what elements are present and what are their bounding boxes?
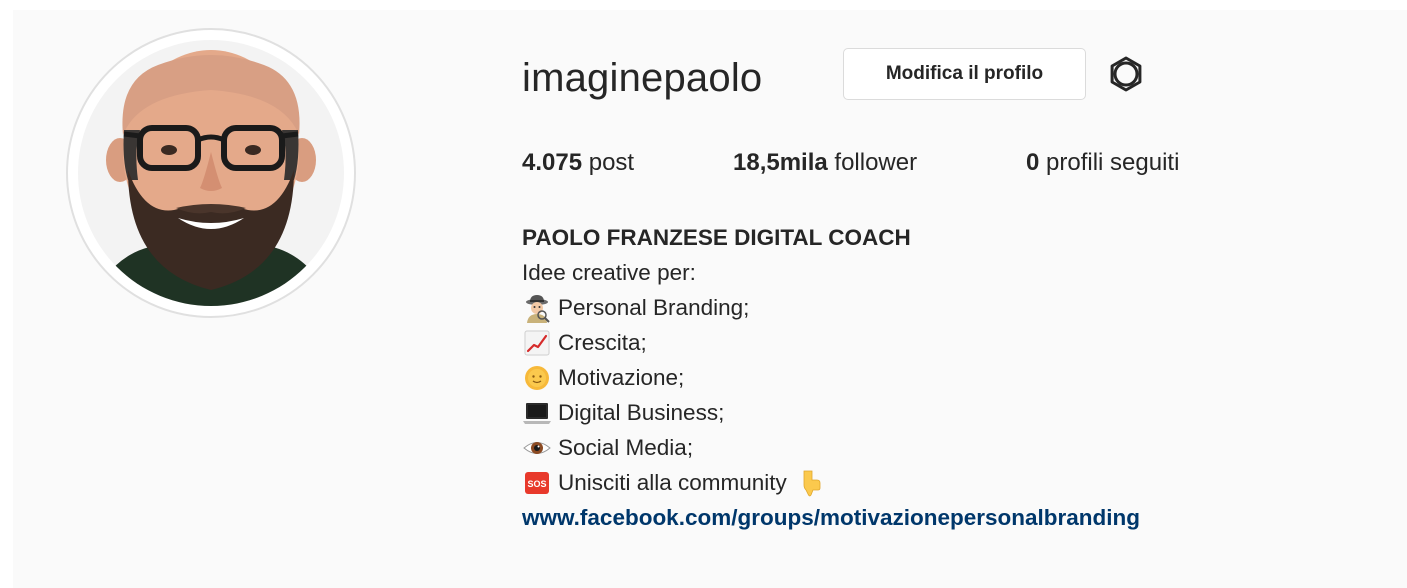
chart-increasing-emoji-icon <box>522 328 552 358</box>
bio-intro: Idee creative per: <box>522 260 696 285</box>
eye-emoji-icon <box>522 433 552 463</box>
following-link[interactable]: 0 profili seguiti <box>1026 146 1179 180</box>
posts-count-stat: 4.075 post <box>522 146 634 180</box>
posts-label: post <box>588 149 635 176</box>
followers-count: 18,5mila <box>733 149 828 176</box>
following-count: 0 <box>1026 149 1040 176</box>
profile-bio: PAOLO FRANZESE DIGITAL COACH Idee creati… <box>522 220 1382 535</box>
bio-item: Personal Branding; <box>522 290 1382 325</box>
edit-profile-button[interactable]: Modifica il profilo <box>843 48 1086 100</box>
bio-link[interactable]: www.facebook.com/groups/motivazioneperso… <box>522 500 1382 535</box>
posts-count: 4.075 <box>522 149 583 176</box>
bio-item-text: Social Media; <box>558 435 694 460</box>
bio-item: SOS Unisciti alla community <box>522 465 1382 500</box>
bio-item-text: Unisciti alla community <box>558 470 787 495</box>
bio-item-text: Crescita; <box>558 330 647 355</box>
bio-item-text: Personal Branding; <box>558 295 750 320</box>
profile-photo <box>78 40 344 306</box>
bio-item: Crescita; <box>522 325 1382 360</box>
bio-item: Social Media; <box>522 430 1382 465</box>
bio-item-text: Digital Business; <box>558 400 725 425</box>
followers-label: follower <box>834 149 918 176</box>
sun-face-emoji-icon <box>522 363 552 393</box>
laptop-emoji-icon <box>522 398 552 428</box>
bio-name: PAOLO FRANZESE DIGITAL COACH <box>522 225 911 250</box>
bio-item: Motivazione; <box>522 360 1382 395</box>
gear-icon[interactable] <box>1106 54 1146 94</box>
sos-emoji-icon: SOS <box>522 468 552 498</box>
followers-link[interactable]: 18,5mila follower <box>733 146 917 180</box>
pointing-down-emoji-icon <box>795 468 825 498</box>
following-label: profili seguiti <box>1046 149 1180 176</box>
bio-item: Digital Business; <box>522 395 1382 430</box>
avatar[interactable] <box>66 28 356 318</box>
username: imaginepaolo <box>522 56 763 100</box>
detective-emoji-icon <box>522 293 552 323</box>
svg-text:SOS: SOS <box>527 479 546 489</box>
bio-item-text: Motivazione; <box>558 365 685 390</box>
